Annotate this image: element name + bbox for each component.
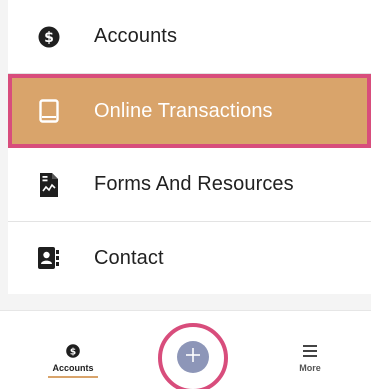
menu-item-label: Accounts bbox=[94, 25, 178, 47]
menu-item-label: Contact bbox=[94, 246, 164, 269]
menu-item-contact[interactable]: Contact bbox=[8, 222, 371, 294]
svg-text:$: $ bbox=[44, 30, 54, 46]
contact-book-icon bbox=[38, 247, 60, 269]
tab-accounts[interactable]: $ Accounts bbox=[48, 311, 98, 389]
menu-item-accounts[interactable]: $ Accounts bbox=[8, 0, 371, 74]
active-tab-indicator bbox=[48, 376, 98, 378]
document-chart-icon bbox=[38, 172, 60, 197]
menu-item-label: Forms And Resources bbox=[94, 173, 294, 195]
hamburger-menu-icon bbox=[302, 343, 318, 359]
tablet-icon bbox=[38, 99, 60, 123]
add-button[interactable] bbox=[177, 341, 209, 373]
menu-list: $ Accounts Online Transactions Forms And… bbox=[8, 0, 371, 294]
tab-more[interactable]: More bbox=[290, 311, 330, 389]
menu-item-forms-and-resources[interactable]: Forms And Resources bbox=[8, 148, 371, 222]
dollar-circle-icon: $ bbox=[38, 26, 60, 48]
plus-icon bbox=[186, 347, 200, 367]
dollar-circle-icon: $ bbox=[65, 343, 81, 359]
svg-text:$: $ bbox=[70, 348, 76, 358]
tab-more-label: More bbox=[299, 363, 321, 373]
app-screen: $ Accounts Online Transactions Forms And… bbox=[0, 0, 371, 389]
menu-item-online-transactions[interactable]: Online Transactions bbox=[8, 74, 371, 148]
menu-item-label: Online Transactions bbox=[94, 99, 273, 122]
tab-accounts-label: Accounts bbox=[52, 363, 94, 373]
